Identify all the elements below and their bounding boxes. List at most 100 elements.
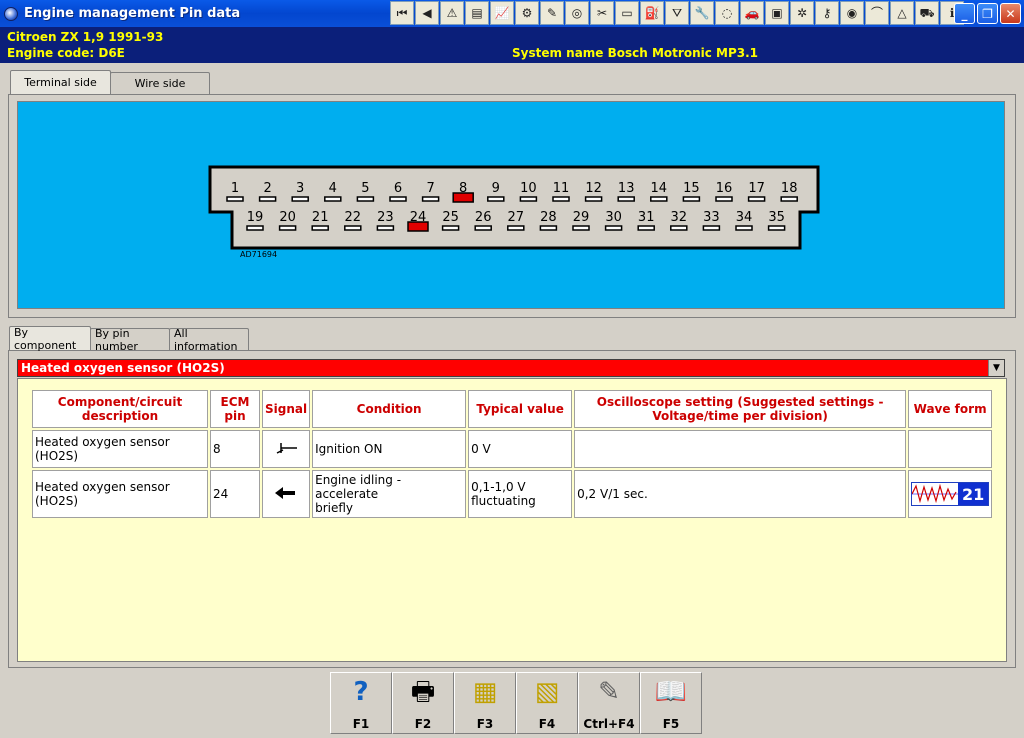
- pin-terminal[interactable]: [735, 225, 753, 231]
- chevron-down-icon[interactable]: ▼: [988, 360, 1004, 376]
- pin-terminal[interactable]: [278, 225, 297, 231]
- pin-data-table: Component/circuit description ECM pin Sign…: [30, 388, 994, 520]
- pin-terminal[interactable]: [617, 196, 635, 202]
- cell-wave-form[interactable]: 21: [908, 470, 993, 518]
- waveform-icon: [912, 483, 959, 504]
- pin-terminal[interactable]: [604, 225, 623, 231]
- pin-terminal[interactable]: [246, 225, 264, 231]
- pin-terminal[interactable]: [715, 196, 733, 202]
- previous-icon[interactable]: ◀: [415, 1, 439, 25]
- pin-terminal[interactable]: [487, 196, 505, 202]
- vehicle-info-bar: Citroen ZX 1,9 1991-93 Engine code: D6E …: [0, 27, 1024, 63]
- triangle-icon[interactable]: △: [890, 1, 914, 25]
- view-document-icon: ▦: [472, 677, 498, 707]
- f3-view-button[interactable]: ▦ F3: [454, 672, 516, 734]
- pin-label: 3: [296, 181, 304, 196]
- belt-icon[interactable]: ◌: [715, 1, 739, 25]
- pin-terminal[interactable]: [258, 196, 277, 202]
- pin-label: 9: [492, 181, 500, 196]
- cell-typical-value: 0 V: [468, 430, 573, 468]
- vehicle-icon[interactable]: ⛟: [915, 1, 939, 25]
- pin-terminal[interactable]: [552, 196, 570, 202]
- pin-terminal[interactable]: [474, 225, 492, 231]
- pin-terminal[interactable]: [539, 225, 558, 231]
- waveform-button[interactable]: 21: [911, 482, 990, 506]
- pin-terminal[interactable]: [389, 196, 407, 202]
- chart-icon[interactable]: 📈: [490, 1, 514, 25]
- restore-button[interactable]: ❐: [977, 3, 998, 24]
- pin-terminal[interactable]: [421, 196, 440, 202]
- close-button[interactable]: ✕: [1000, 3, 1021, 24]
- minimize-button[interactable]: _: [954, 3, 975, 24]
- f2-print-button[interactable]: 🖶 F2: [392, 672, 454, 734]
- ctrl-f4-edit-button[interactable]: ✎ Ctrl+F4: [578, 672, 640, 734]
- pin-terminal[interactable]: [519, 196, 538, 202]
- pin-terminal[interactable]: [650, 196, 668, 202]
- pin-terminal[interactable]: [572, 225, 590, 231]
- pin-label: 6: [394, 181, 402, 196]
- edit-document-icon: ✎: [598, 677, 620, 707]
- cell-pin: 8: [210, 430, 260, 468]
- pin-terminal[interactable]: [584, 196, 603, 202]
- engine-icon[interactable]: ▣: [765, 1, 789, 25]
- table-row: Heated oxygen sensor (HO2S) 24 Engine idl…: [32, 470, 993, 518]
- key-icon[interactable]: ⚷: [815, 1, 839, 25]
- tab-all-information[interactable]: All information: [169, 327, 249, 353]
- pin-terminal[interactable]: [344, 225, 362, 231]
- tab-by-pin-number[interactable]: By pin number: [90, 327, 170, 353]
- road-icon[interactable]: ⛛: [665, 1, 689, 25]
- pin-terminal[interactable]: [226, 196, 244, 202]
- pin-terminal[interactable]: [356, 196, 375, 202]
- pin-terminal[interactable]: [324, 196, 342, 202]
- battery-icon[interactable]: ▭: [615, 1, 639, 25]
- tab-by-component[interactable]: By component: [9, 326, 91, 352]
- car-icon[interactable]: 🚗: [740, 1, 764, 25]
- tab-wire-side[interactable]: Wire side: [110, 72, 210, 94]
- gear-icon[interactable]: ⚙: [515, 1, 539, 25]
- f5-book-button[interactable]: 📖 F5: [640, 672, 702, 734]
- pin-label: 31: [638, 210, 655, 225]
- warning-icon[interactable]: ⚠: [440, 1, 464, 25]
- pin-label: 22: [345, 210, 362, 225]
- pin-terminal[interactable]: [291, 196, 309, 202]
- pin-label: 13: [618, 181, 635, 196]
- cell-oscilloscope: [574, 430, 907, 468]
- pin-terminal[interactable]: [376, 225, 395, 231]
- pin-label: 30: [605, 210, 622, 225]
- cell-signal: [262, 430, 311, 468]
- tools-icon[interactable]: ✂: [590, 1, 614, 25]
- tab-terminal-side[interactable]: Terminal side: [10, 70, 111, 94]
- pin-highlighted[interactable]: [452, 192, 474, 203]
- pin-terminal[interactable]: [670, 225, 688, 231]
- camera-icon[interactable]: ◉: [840, 1, 864, 25]
- pin-terminal[interactable]: [637, 225, 655, 231]
- pin-terminal[interactable]: [441, 225, 460, 231]
- pin-label: 34: [736, 210, 753, 225]
- fuel-icon[interactable]: ⛽: [640, 1, 664, 25]
- f4-search-button[interactable]: ▧ F4: [516, 672, 578, 734]
- tool-icon[interactable]: ✎: [540, 1, 564, 25]
- function-key-bar: ? F1 🖶 F2 ▦ F3 ▧ F4 ✎ Ctrl+F4 📖 F5: [330, 672, 702, 734]
- f1-help-button[interactable]: ? F1: [330, 672, 392, 734]
- pin-highlighted[interactable]: [407, 221, 429, 232]
- pin-terminal[interactable]: [702, 225, 721, 231]
- fan-icon[interactable]: ✲: [790, 1, 814, 25]
- table-row: Heated oxygen sensor (HO2S) 8 Ignition ON…: [32, 430, 993, 468]
- wiper-icon[interactable]: ⌒: [865, 1, 889, 25]
- pin-label: 11: [553, 181, 570, 196]
- pin-terminal[interactable]: [507, 225, 525, 231]
- pin-terminal[interactable]: [682, 196, 701, 202]
- wheel-icon[interactable]: ◎: [565, 1, 589, 25]
- view-tabs: Terminal side Wire side: [10, 70, 210, 96]
- pin-terminal[interactable]: [767, 225, 786, 231]
- component-select[interactable]: Heated oxygen sensor (HO2S) ▼: [17, 359, 1005, 377]
- pin-terminal[interactable]: [747, 196, 766, 202]
- document-icon[interactable]: ▤: [465, 1, 489, 25]
- pin-label: 33: [703, 210, 720, 225]
- pin-terminal[interactable]: [311, 225, 329, 231]
- spanner-icon[interactable]: 🔧: [690, 1, 714, 25]
- header-typical-value: Typical value: [468, 390, 573, 428]
- first-icon[interactable]: ⏮: [390, 1, 414, 25]
- pin-terminal[interactable]: [780, 196, 798, 202]
- waveform-number: 21: [958, 483, 989, 505]
